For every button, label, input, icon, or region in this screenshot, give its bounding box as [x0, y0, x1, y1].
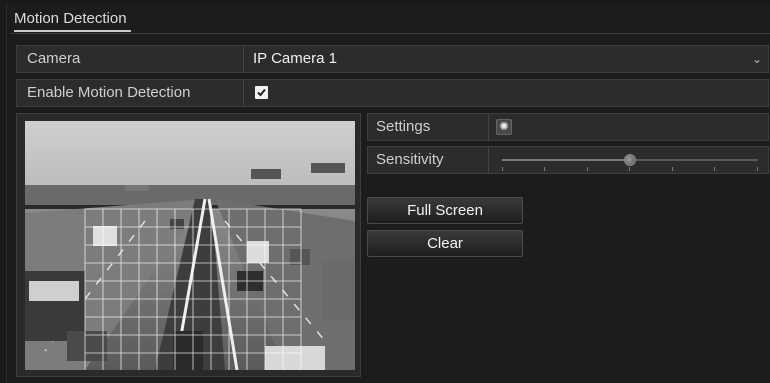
- slider-fill: [502, 159, 630, 161]
- camera-label: Camera: [17, 46, 244, 72]
- slider-tick: [544, 167, 545, 171]
- camera-select[interactable]: IP Camera 1 ⌄: [245, 46, 768, 72]
- slider-tick: [672, 167, 673, 171]
- chevron-down-icon[interactable]: ⌄: [752, 46, 762, 72]
- camera-preview[interactable]: [25, 121, 355, 370]
- enable-motion-label: Enable Motion Detection: [17, 80, 244, 106]
- clear-button[interactable]: Clear: [367, 230, 523, 257]
- slider-tick: [629, 167, 630, 171]
- slider-tick: [714, 167, 715, 171]
- title-divider: [10, 33, 770, 34]
- sensitivity-label: Sensitivity: [368, 147, 489, 173]
- full-screen-button[interactable]: Full Screen: [367, 197, 523, 224]
- slider-tick: [587, 167, 588, 171]
- enable-motion-row: Enable Motion Detection: [16, 79, 769, 107]
- slider-tick: [757, 167, 758, 171]
- slider-knob[interactable]: [624, 154, 636, 166]
- checkmark-icon: [257, 88, 266, 97]
- enable-motion-checkbox[interactable]: [255, 86, 268, 99]
- page-title[interactable]: Motion Detection: [14, 10, 131, 32]
- settings-label: Settings: [368, 114, 489, 140]
- camera-select-value: IP Camera 1: [253, 50, 337, 67]
- highway-scene-image: [25, 121, 355, 370]
- slider-tick: [502, 167, 503, 171]
- camera-preview-frame: [16, 113, 361, 377]
- sensitivity-row: Sensitivity: [367, 146, 769, 174]
- sensitivity-slider[interactable]: [502, 147, 758, 173]
- settings-row: Settings ✺: [367, 113, 769, 141]
- gear-icon[interactable]: ✺: [496, 119, 512, 135]
- camera-row: Camera IP Camera 1 ⌄: [16, 45, 769, 73]
